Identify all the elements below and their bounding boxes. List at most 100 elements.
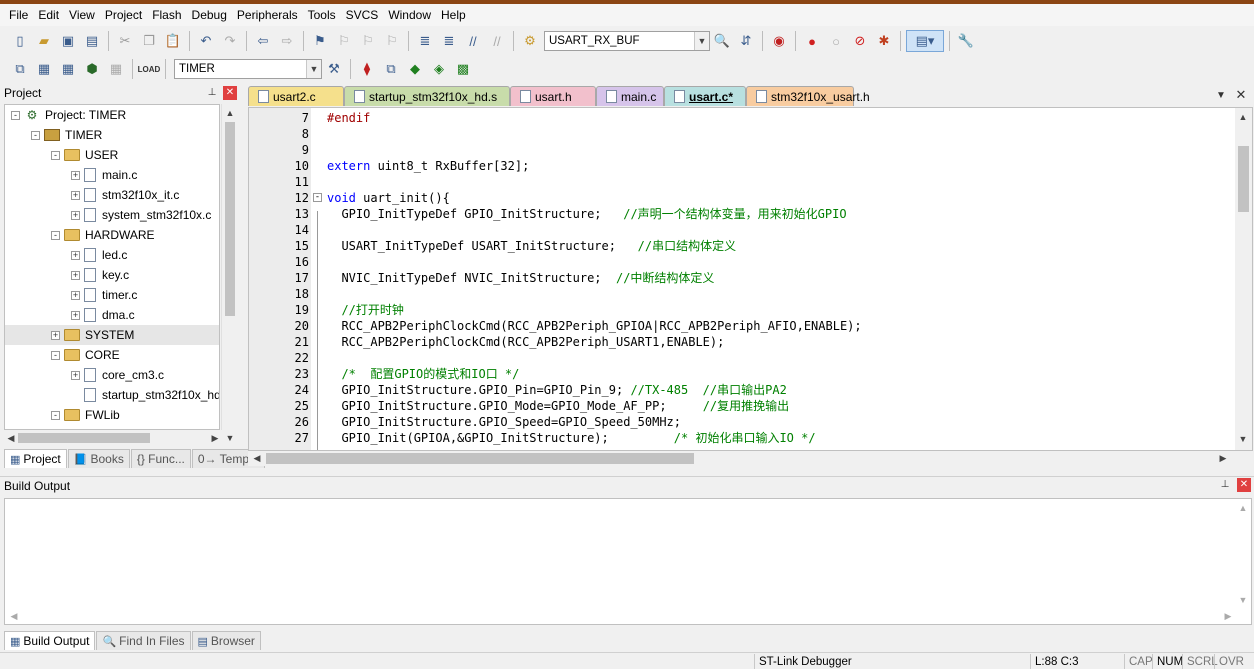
tab-books[interactable]: 📘 Books: [67, 449, 130, 468]
insert-breakpoint-icon[interactable]: ●: [801, 30, 823, 52]
tree-item[interactable]: + stm32f10x_it.c: [5, 185, 219, 205]
menu-svcs[interactable]: SVCS: [341, 4, 384, 26]
editor-tab[interactable]: main.c: [596, 86, 664, 106]
target-options-icon[interactable]: ⚒: [323, 58, 345, 80]
find-in-files-icon[interactable]: ⚙: [519, 30, 541, 52]
editor-tab[interactable]: usart.h: [510, 86, 596, 106]
cut-icon[interactable]: ✂: [114, 30, 136, 52]
disable-breakpoints-icon[interactable]: ⊘: [849, 30, 871, 52]
scrollbar-thumb[interactable]: [18, 433, 150, 443]
scroll-down-icon[interactable]: ▼: [223, 431, 237, 445]
enable-breakpoint-icon[interactable]: ○: [825, 30, 847, 52]
tree-item[interactable]: + SYSTEM: [5, 325, 219, 345]
project-tree-vscrollbar[interactable]: ▲: [221, 104, 237, 430]
expand-icon[interactable]: +: [71, 170, 80, 180]
editor-tab[interactable]: startup_stm32f10x_hd.s: [344, 86, 510, 106]
tree-item[interactable]: startup_stm32f10x_hd: [5, 385, 219, 405]
tab-build-output[interactable]: ▦ Build Output: [4, 631, 96, 650]
menu-flash[interactable]: Flash: [147, 4, 186, 26]
paste-icon[interactable]: 📋: [162, 30, 184, 52]
tab-project[interactable]: ▦ Project: [4, 449, 67, 468]
tree-item[interactable]: + key.c: [5, 265, 219, 285]
copy-icon[interactable]: ❐: [138, 30, 160, 52]
tree-item[interactable]: + dma.c: [5, 305, 219, 325]
editor-hscrollbar[interactable]: ◀ ▶: [248, 451, 1234, 466]
expand-icon[interactable]: +: [71, 270, 80, 280]
menu-window[interactable]: Window: [383, 4, 436, 26]
find-icon[interactable]: 🔍: [711, 30, 733, 52]
pack-installer-icon[interactable]: ◈: [428, 58, 450, 80]
target-combo[interactable]: TIMER ▼: [174, 59, 322, 79]
unindent-icon[interactable]: ≣: [438, 30, 460, 52]
nav-forward-icon[interactable]: ⇨: [276, 30, 298, 52]
save-all-icon[interactable]: ▤: [81, 30, 103, 52]
scroll-up-icon[interactable]: ▲: [1236, 110, 1250, 124]
collapse-icon[interactable]: -: [51, 350, 60, 360]
debug-session-icon[interactable]: ◉: [768, 30, 790, 52]
scroll-left-icon[interactable]: ◀: [250, 451, 264, 465]
select-packs-icon[interactable]: ◆: [404, 58, 426, 80]
code-area[interactable]: 7 #endif 8 9 10 extern uint8_t RxBuffer[32]; 1…: [249, 108, 1235, 450]
menu-project[interactable]: Project: [100, 4, 147, 26]
tree-item[interactable]: + main.c: [5, 165, 219, 185]
tab-list-chevron-icon[interactable]: ▼: [1213, 86, 1229, 104]
close-icon[interactable]: ✕: [1237, 478, 1251, 492]
clear-bookmarks-icon[interactable]: ⚐: [381, 30, 403, 52]
translate-icon[interactable]: ⧉: [9, 58, 31, 80]
prev-bookmark-icon[interactable]: ⚐: [333, 30, 355, 52]
configure-icon[interactable]: 🔧: [955, 30, 977, 52]
comment-icon[interactable]: //: [462, 30, 484, 52]
scroll-down-icon[interactable]: ▼: [1236, 593, 1250, 607]
manage-rte-icon[interactable]: ⧉: [380, 58, 402, 80]
collapse-icon[interactable]: -: [31, 130, 40, 140]
scroll-down-icon[interactable]: ▼: [1236, 432, 1250, 446]
new-file-icon[interactable]: ▯: [9, 30, 31, 52]
build-icon[interactable]: ▦: [33, 58, 55, 80]
menu-edit[interactable]: Edit: [33, 4, 64, 26]
tab-functions[interactable]: {} Func...: [130, 449, 191, 468]
nav-back-icon[interactable]: ⇦: [252, 30, 274, 52]
batch-build-icon[interactable]: ⬢: [81, 58, 103, 80]
bookmark-icon[interactable]: ⚑: [309, 30, 331, 52]
expand-icon[interactable]: +: [71, 310, 80, 320]
expand-icon[interactable]: +: [51, 330, 60, 340]
scroll-right-icon[interactable]: ▶: [1216, 451, 1230, 465]
collapse-icon[interactable]: -: [51, 150, 60, 160]
scrollbar-thumb[interactable]: [266, 453, 694, 464]
menu-peripherals[interactable]: Peripherals: [232, 4, 303, 26]
close-icon[interactable]: ✕: [223, 86, 237, 100]
collapse-icon[interactable]: -: [51, 230, 60, 240]
next-bookmark-icon[interactable]: ⚐: [357, 30, 379, 52]
editor-vscrollbar[interactable]: ▲ ▼: [1235, 108, 1252, 450]
indent-icon[interactable]: ≣: [414, 30, 436, 52]
tree-item[interactable]: - CORE: [5, 345, 219, 365]
scroll-up-icon[interactable]: ▲: [1236, 501, 1250, 515]
pin-icon[interactable]: ⊥: [1219, 479, 1231, 491]
pin-icon[interactable]: ⊥: [206, 87, 218, 99]
tree-item[interactable]: + timer.c: [5, 285, 219, 305]
download-icon[interactable]: LOAD: [138, 58, 161, 80]
expand-icon[interactable]: +: [71, 290, 80, 300]
expand-icon[interactable]: +: [71, 190, 80, 200]
open-folder-icon[interactable]: ▰: [33, 30, 55, 52]
tree-item[interactable]: + led.c: [5, 245, 219, 265]
collapse-icon[interactable]: -: [11, 110, 20, 120]
tree-item[interactable]: - TIMER: [5, 125, 219, 145]
save-icon[interactable]: ▣: [57, 30, 79, 52]
project-tree-hscrollbar[interactable]: ◀ ▶ ▼: [4, 430, 238, 446]
scroll-left-icon[interactable]: ◀: [4, 431, 18, 445]
menu-view[interactable]: View: [64, 4, 100, 26]
window-layout-icon[interactable]: ▤▾: [906, 30, 944, 52]
menu-file[interactable]: File: [4, 4, 33, 26]
expand-icon[interactable]: +: [71, 250, 80, 260]
editor-tab[interactable]: stm32f10x_usart.h: [746, 86, 870, 106]
build-output-area[interactable]: ▲ ▼ ◀ ▶: [4, 498, 1252, 625]
menu-help[interactable]: Help: [436, 4, 471, 26]
tree-item[interactable]: - FWLib: [5, 405, 219, 425]
replace-icon[interactable]: ⇵: [735, 30, 757, 52]
scroll-left-icon[interactable]: ◀: [7, 609, 21, 623]
tree-item[interactable]: - ⚙ Project: TIMER: [5, 105, 219, 125]
rebuild-icon[interactable]: ▦: [57, 58, 79, 80]
editor-tab[interactable]: usart.c*: [664, 86, 746, 106]
editor-tab[interactable]: usart2.c: [248, 86, 344, 106]
